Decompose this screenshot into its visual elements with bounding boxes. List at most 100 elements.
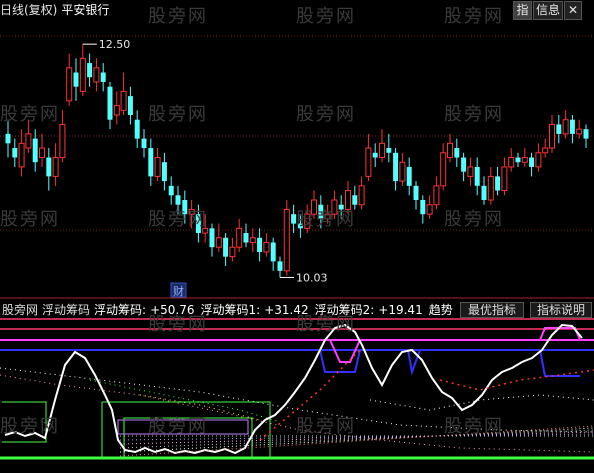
candle-body bbox=[263, 242, 270, 253]
candlestick-series bbox=[5, 44, 589, 278]
candle-body bbox=[487, 175, 494, 201]
candle-body bbox=[18, 142, 25, 168]
candle-body bbox=[107, 86, 113, 120]
candle-body bbox=[535, 152, 542, 168]
candle-body bbox=[257, 237, 263, 252]
candle-body bbox=[297, 223, 303, 229]
indicator-help-button[interactable]: 指标说明 bbox=[530, 302, 592, 318]
candle-body bbox=[501, 166, 508, 192]
candle-body bbox=[66, 67, 73, 102]
candle-body bbox=[93, 67, 100, 83]
candle-body bbox=[209, 228, 215, 248]
dotted-white-right bbox=[369, 394, 594, 411]
candle-body bbox=[338, 204, 344, 210]
candle-body bbox=[365, 147, 372, 177]
dotted-white-line bbox=[0, 367, 594, 433]
indicator-title-bar: 股旁网 浮动筹码 浮动筹码: +50.76 浮动筹码1: +31.42 浮动筹码2: +19.… bbox=[2, 302, 457, 318]
candle-body bbox=[318, 204, 324, 219]
dotted-red-right bbox=[439, 369, 594, 391]
best-indicator-button[interactable]: 最优指标 bbox=[460, 302, 524, 318]
dotted-yellow-line bbox=[139, 394, 261, 421]
indicator-toggle-button[interactable]: 指 bbox=[513, 1, 532, 20]
candle-body bbox=[324, 213, 331, 220]
float-chips-line bbox=[4, 323, 583, 455]
candle-body bbox=[87, 63, 93, 78]
value0-label: 浮动筹码: bbox=[94, 303, 147, 317]
candle-body bbox=[141, 138, 147, 149]
candle-body bbox=[277, 261, 283, 271]
dotted-fan-line bbox=[119, 429, 594, 449]
dotted-fan-line bbox=[119, 433, 594, 441]
candle-body bbox=[39, 147, 45, 159]
candle-body bbox=[59, 123, 66, 158]
candle-body bbox=[270, 242, 276, 262]
candle-body bbox=[120, 90, 127, 111]
value2-label: 浮动筹码2: bbox=[314, 303, 375, 317]
candle-body bbox=[393, 152, 399, 182]
candle-body bbox=[345, 190, 351, 210]
low-price-label: 10.03 bbox=[296, 271, 328, 284]
candle-body bbox=[161, 162, 167, 182]
candle-body bbox=[352, 195, 358, 205]
candle-body bbox=[495, 176, 501, 191]
candle-body bbox=[12, 148, 18, 158]
indicator-panel bbox=[0, 318, 594, 460]
candle-body bbox=[406, 166, 412, 186]
candle-body bbox=[467, 166, 474, 177]
candle-body bbox=[168, 185, 174, 196]
price-annotations: 12.50 10.03 财 bbox=[82, 38, 328, 298]
dotted-pink-line bbox=[0, 374, 594, 453]
candle-body bbox=[52, 157, 59, 177]
close-button[interactable]: ✕ bbox=[564, 1, 582, 20]
candle-body bbox=[461, 157, 467, 172]
candle-body bbox=[175, 195, 181, 205]
candle-body bbox=[243, 233, 249, 243]
chart-type-label[interactable]: 日线(复权) bbox=[0, 3, 57, 17]
purple-box bbox=[117, 419, 249, 435]
high-price-label: 12.50 bbox=[99, 38, 131, 51]
dotted-red-rise bbox=[259, 349, 361, 441]
candle-body bbox=[46, 157, 52, 177]
candle-body bbox=[420, 200, 426, 215]
candle-body bbox=[481, 185, 487, 200]
candle-body bbox=[148, 148, 154, 177]
candle-body bbox=[556, 124, 562, 134]
candle-body bbox=[576, 128, 583, 135]
trend-label: 趋势 bbox=[428, 303, 453, 317]
candle-body bbox=[440, 152, 447, 187]
value1: +31.42 bbox=[264, 303, 309, 317]
dotted-green-line bbox=[89, 379, 281, 423]
dotted-fan-line bbox=[119, 427, 594, 453]
event-badge: 财 bbox=[173, 284, 184, 298]
candle-body bbox=[236, 227, 243, 248]
candle-body bbox=[549, 123, 555, 149]
stock-name: 平安银行 bbox=[61, 3, 110, 17]
candle-body bbox=[100, 72, 106, 82]
candle-body bbox=[5, 133, 11, 144]
candle-body bbox=[32, 138, 38, 163]
candle-body bbox=[529, 157, 535, 167]
candle-body bbox=[508, 157, 515, 168]
candle-body bbox=[202, 227, 209, 234]
candle-body bbox=[454, 148, 460, 158]
candle-body bbox=[569, 119, 575, 134]
candle-body bbox=[283, 208, 290, 272]
candle-body bbox=[372, 152, 378, 158]
value1-label: 浮动筹码1: bbox=[200, 303, 261, 317]
stock-chart-window: 12.50 10.03 财 日线(复权) 平安银行 指 信息 ✕ 股旁网 浮动筹码 浮动筹… bbox=[0, 0, 594, 469]
candle-body bbox=[304, 213, 311, 229]
candle-body bbox=[195, 214, 201, 234]
candle-body bbox=[215, 237, 222, 248]
candle-body bbox=[399, 161, 406, 182]
indicator-source: 股旁网 bbox=[2, 303, 39, 317]
candle-body bbox=[433, 185, 440, 206]
candle-body bbox=[583, 129, 589, 139]
candle-body bbox=[291, 214, 297, 224]
indicator-name: 浮动筹码 bbox=[42, 303, 91, 317]
info-button[interactable]: 信息 bbox=[533, 1, 563, 20]
candle-body bbox=[358, 185, 365, 206]
candle-body bbox=[311, 199, 317, 215]
candle-body bbox=[25, 133, 32, 149]
chart-canvas[interactable]: 12.50 10.03 财 bbox=[0, 0, 594, 469]
candle-body bbox=[474, 166, 480, 186]
